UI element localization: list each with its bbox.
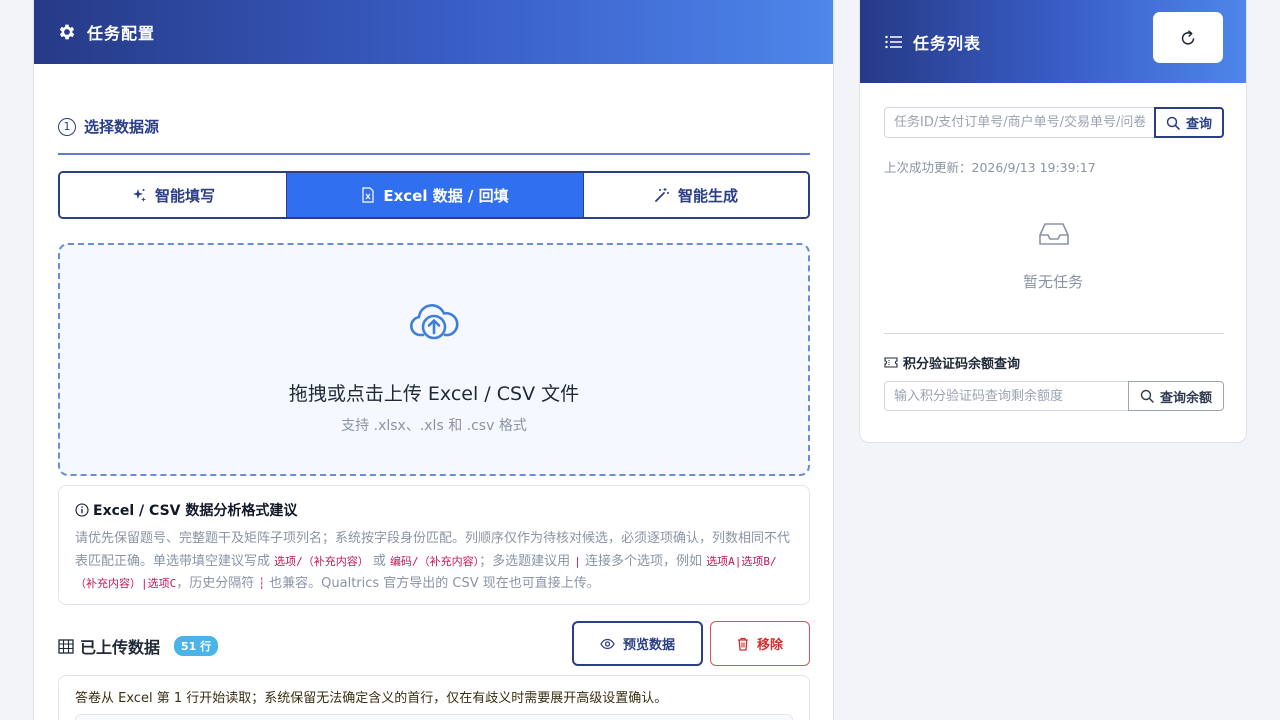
last-update-text: 上次成功更新：2026/9/13 19:39:17	[884, 160, 1096, 175]
tip-text: 连接多个选项，例如	[580, 553, 707, 569]
info-icon	[75, 503, 89, 517]
task-search-row: 查询	[884, 107, 1224, 138]
read-note-card: 答卷从 Excel 第 1 行开始读取；系统保留无法确定含义的首行，仅在有歧义时…	[58, 675, 810, 720]
cloud-upload-icon	[409, 303, 459, 341]
format-tip-heading: Excel / CSV 数据分析格式建议	[75, 500, 793, 520]
gear-icon	[57, 22, 77, 42]
tip-text: 或	[368, 553, 391, 569]
tip-code: |	[574, 554, 581, 568]
tip-code: 编码/（补充内容）	[390, 554, 480, 568]
magic-wand-icon	[654, 187, 670, 203]
query-button[interactable]: 查询	[1154, 107, 1224, 138]
refresh-icon	[1179, 29, 1197, 47]
credit-query-row: 查询余额	[884, 381, 1224, 411]
tip-text: ，历史分隔符	[176, 576, 259, 591]
panel-title: 任务配置	[87, 24, 156, 43]
step-number: 1	[58, 117, 76, 136]
tip-text: 也兼容。Qualtrics 官方导出的 CSV 现在也可直接上传。	[265, 576, 600, 591]
search-icon	[1140, 389, 1154, 403]
step-heading: 1 选择数据源	[58, 116, 159, 137]
balance-label: 查询余额	[1159, 390, 1212, 406]
row-count-badge: 51 行	[174, 636, 219, 656]
trash-icon	[737, 637, 749, 651]
preview-data-button[interactable]: 预览数据	[572, 621, 703, 666]
step-divider	[58, 153, 810, 155]
tab-smart-generate[interactable]: 智能生成	[583, 173, 808, 217]
table-icon	[58, 638, 74, 654]
tab-label: Excel 数据 / 回填	[383, 186, 509, 205]
uploaded-data-title: 已上传数据	[80, 638, 161, 657]
preview-label: 预览数据	[622, 638, 675, 653]
ticket-icon	[884, 357, 898, 368]
excel-file-icon	[361, 187, 375, 203]
section-divider	[884, 333, 1224, 334]
refresh-button[interactable]	[1153, 12, 1223, 63]
tip-text: ；多选题建议用	[479, 553, 575, 569]
data-preview-strip	[75, 714, 793, 720]
tab-label: 智能生成	[677, 186, 738, 205]
read-note-text: 答卷从 Excel 第 1 行开始读取；系统保留无法确定含义的首行，仅在有歧义时…	[75, 691, 668, 706]
sparkles-icon	[131, 187, 147, 203]
file-dropzone[interactable]: 拖拽或点击上传 Excel / CSV 文件 支持 .xlsx、.xls 和 .…	[58, 243, 810, 476]
inbox-icon	[1037, 220, 1071, 248]
credit-code-input[interactable]	[884, 381, 1128, 411]
task-config-header: 任务配置	[34, 0, 833, 64]
eye-icon	[600, 638, 615, 650]
dropzone-title: 拖拽或点击上传 Excel / CSV 文件	[288, 383, 580, 405]
credit-query-heading: 积分验证码余额查询	[884, 353, 1020, 372]
tab-smart-fill[interactable]: 智能填写	[60, 173, 287, 217]
task-config-panel: 任务配置 1 选择数据源 智能填写 Excel 数据 / 回填 智能生成 拖拽或…	[33, 0, 834, 720]
uploaded-data-heading: 已上传数据 51 行	[58, 634, 219, 658]
remove-label: 移除	[756, 638, 783, 653]
search-icon	[1166, 116, 1180, 130]
task-list-panel: 任务列表 查询 上次成功更新：2026/9/13 19:39:17 暂无任务 积…	[859, 0, 1247, 443]
panel-title: 任务列表	[913, 33, 982, 53]
task-list-header: 任务列表	[860, 0, 1246, 83]
format-tip-title: Excel / CSV 数据分析格式建议	[93, 503, 298, 519]
dropzone-subtitle: 支持 .xlsx、.xls 和 .csv 格式	[341, 418, 527, 434]
tab-label: 智能填写	[154, 186, 215, 205]
remove-data-button[interactable]: 移除	[710, 621, 810, 666]
data-source-tabs: 智能填写 Excel 数据 / 回填 智能生成	[58, 171, 810, 219]
task-search-input[interactable]	[884, 107, 1154, 138]
empty-state-text: 暂无任务	[1022, 273, 1083, 291]
format-tip-card: Excel / CSV 数据分析格式建议 请优先保留题号、完整题干及矩阵子项列名…	[58, 485, 810, 605]
step-title: 选择数据源	[84, 118, 160, 136]
format-tip-body: 请优先保留题号、完整题干及矩阵子项列名；系统按字段身份匹配。列顺序仅作为待核对候…	[75, 528, 793, 596]
query-balance-button[interactable]: 查询余额	[1128, 381, 1224, 411]
credit-title: 积分验证码余额查询	[903, 357, 1021, 372]
list-icon	[885, 35, 903, 49]
query-label: 查询	[1185, 117, 1212, 132]
tab-excel-data[interactable]: Excel 数据 / 回填	[287, 173, 583, 217]
tip-code: 选项/（补充内容）	[274, 554, 369, 568]
